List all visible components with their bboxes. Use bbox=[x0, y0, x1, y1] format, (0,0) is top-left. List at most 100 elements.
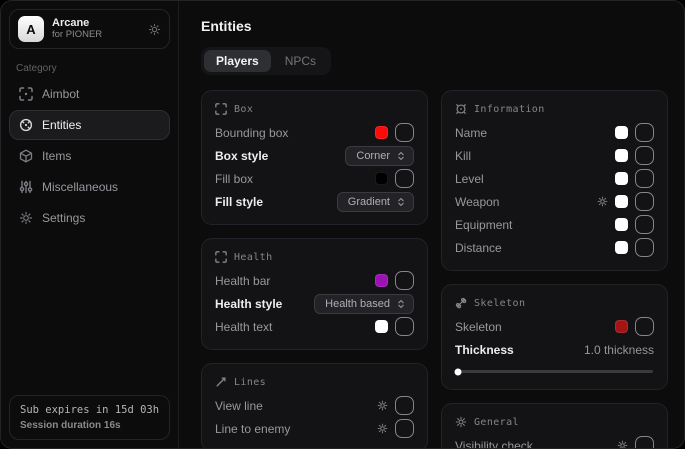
selected-value: Corner bbox=[356, 150, 390, 162]
crosshair-icon bbox=[19, 87, 33, 101]
health-bar-checkbox[interactable] bbox=[395, 271, 414, 290]
row-label: Weapon bbox=[455, 195, 589, 209]
row-label: Distance bbox=[455, 241, 607, 255]
sidebar-item-items[interactable]: Items bbox=[9, 141, 170, 171]
name-color-swatch[interactable] bbox=[615, 126, 628, 139]
app-subtitle: for PIONER bbox=[52, 30, 102, 41]
skeleton-checkbox[interactable] bbox=[635, 317, 654, 336]
card-general: General Visibility check Max distance 50… bbox=[441, 403, 668, 448]
sidebar-item-label: Items bbox=[42, 149, 71, 163]
kill-checkbox[interactable] bbox=[635, 146, 654, 165]
tab-players[interactable]: Players bbox=[204, 50, 271, 72]
card-box: Box Bounding box Box style Corner bbox=[201, 90, 428, 225]
card-information-header: Information bbox=[455, 103, 654, 115]
skeleton-color-swatch[interactable] bbox=[615, 320, 628, 333]
card-title: Box bbox=[234, 104, 253, 115]
corners-icon bbox=[215, 103, 227, 115]
sidebar-item-aimbot[interactable]: Aimbot bbox=[9, 79, 170, 109]
fill-style-select[interactable]: Gradient bbox=[337, 192, 414, 212]
entities-icon bbox=[19, 118, 33, 132]
weapon-checkbox[interactable] bbox=[635, 192, 654, 211]
sidebar-item-label: Aimbot bbox=[42, 87, 79, 101]
sidebar-item-entities[interactable]: Entities bbox=[9, 110, 170, 140]
line-to-enemy-checkbox[interactable] bbox=[395, 419, 414, 438]
row-label: Skeleton bbox=[455, 320, 607, 334]
equipment-checkbox[interactable] bbox=[635, 215, 654, 234]
row-fill-box: Fill box bbox=[215, 167, 414, 190]
row-label: Name bbox=[455, 126, 607, 140]
row-fill-style: Fill style Gradient bbox=[215, 190, 414, 213]
distance-checkbox[interactable] bbox=[635, 238, 654, 257]
card-title: Lines bbox=[234, 377, 266, 388]
sidebar-nav: Aimbot Entities Items Miscellaneous bbox=[9, 79, 170, 233]
row-kill: Kill bbox=[455, 144, 654, 167]
card-lines: Lines View line Line to enemy bbox=[201, 363, 428, 448]
sliders-icon bbox=[19, 180, 33, 194]
header-settings-icon[interactable] bbox=[148, 23, 161, 36]
level-color-swatch[interactable] bbox=[615, 172, 628, 185]
scan-circle-icon bbox=[455, 103, 467, 115]
card-health-header: Health bbox=[215, 251, 414, 263]
sidebar-item-miscellaneous[interactable]: Miscellaneous bbox=[9, 172, 170, 202]
visibility-check-settings-icon[interactable] bbox=[617, 440, 628, 448]
level-checkbox[interactable] bbox=[635, 169, 654, 188]
sidebar: A Arcane for PIONER Category Aimbot bbox=[1, 1, 179, 448]
bounding-box-checkbox[interactable] bbox=[395, 123, 414, 142]
app-window: A Arcane for PIONER Category Aimbot bbox=[0, 0, 685, 449]
card-skeleton-header: Skeleton bbox=[455, 297, 654, 309]
name-checkbox[interactable] bbox=[635, 123, 654, 142]
row-label: Health text bbox=[215, 320, 367, 334]
line-to-enemy-settings-icon[interactable] bbox=[377, 423, 388, 434]
view-line-checkbox[interactable] bbox=[395, 396, 414, 415]
app-logo: A bbox=[18, 16, 44, 42]
row-distance: Distance bbox=[455, 236, 654, 259]
thickness-slider-handle[interactable] bbox=[454, 368, 461, 375]
fill-box-color-swatch[interactable] bbox=[375, 172, 388, 185]
sidebar-item-label: Entities bbox=[42, 118, 81, 132]
app-name: Arcane bbox=[52, 17, 102, 30]
thickness-slider[interactable] bbox=[456, 370, 653, 373]
bone-icon bbox=[455, 297, 467, 309]
chevron-up-down-icon bbox=[396, 299, 406, 309]
view-line-settings-icon[interactable] bbox=[377, 400, 388, 411]
card-information: Information Name Kill bbox=[441, 90, 668, 271]
health-text-checkbox[interactable] bbox=[395, 317, 414, 336]
kill-color-swatch[interactable] bbox=[615, 149, 628, 162]
fill-box-checkbox[interactable] bbox=[395, 169, 414, 188]
health-text-color-swatch[interactable] bbox=[375, 320, 388, 333]
box-style-select[interactable]: Corner bbox=[345, 146, 414, 166]
card-title: Information bbox=[474, 104, 545, 115]
thickness-value: 1.0 thickness bbox=[584, 343, 654, 357]
row-label: Line to enemy bbox=[215, 422, 369, 436]
row-health-bar: Health bar bbox=[215, 269, 414, 292]
row-health-text: Health text bbox=[215, 315, 414, 338]
row-label: View line bbox=[215, 399, 369, 413]
row-label: Fill box bbox=[215, 172, 367, 186]
card-title: Skeleton bbox=[474, 298, 525, 309]
weapon-settings-icon[interactable] bbox=[597, 196, 608, 207]
bounding-box-color-swatch[interactable] bbox=[375, 126, 388, 139]
package-icon bbox=[19, 149, 33, 163]
visibility-check-checkbox[interactable] bbox=[635, 436, 654, 448]
health-bar-color-swatch[interactable] bbox=[375, 274, 388, 287]
selected-value: Gradient bbox=[348, 196, 390, 208]
card-title: General bbox=[474, 417, 519, 428]
equipment-color-swatch[interactable] bbox=[615, 218, 628, 231]
sidebar-item-settings[interactable]: Settings bbox=[9, 203, 170, 233]
sub-expires-text: Sub expires in 15d 03h bbox=[20, 404, 159, 416]
distance-color-swatch[interactable] bbox=[615, 241, 628, 254]
card-skeleton: Skeleton Skeleton Thickness 1.0 thicknes… bbox=[441, 284, 668, 390]
row-view-line: View line bbox=[215, 394, 414, 417]
weapon-color-swatch[interactable] bbox=[615, 195, 628, 208]
corners-icon bbox=[215, 251, 227, 263]
health-style-select[interactable]: Health based bbox=[314, 294, 414, 314]
sidebar-item-label: Miscellaneous bbox=[42, 180, 118, 194]
card-general-header: General bbox=[455, 416, 654, 428]
chevron-up-down-icon bbox=[396, 151, 406, 161]
row-bounding-box: Bounding box bbox=[215, 121, 414, 144]
tab-npcs[interactable]: NPCs bbox=[273, 50, 328, 72]
row-label: Health style bbox=[215, 297, 306, 311]
card-health: Health Health bar Health style Health ba… bbox=[201, 238, 428, 350]
row-line-to-enemy: Line to enemy bbox=[215, 417, 414, 440]
row-label: Visibility check bbox=[455, 439, 609, 449]
